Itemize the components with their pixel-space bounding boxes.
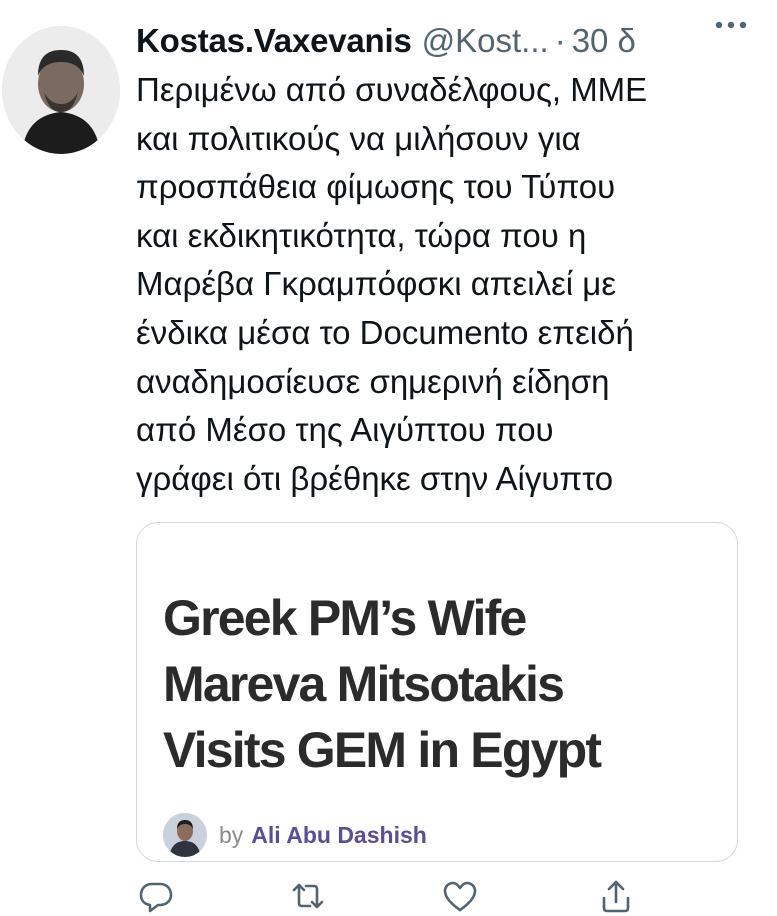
card-author-name: Ali Abu Dashish [251, 821, 427, 848]
avatar[interactable] [2, 26, 120, 154]
tweet-header: Kostas.Vaxevanis @Kost... · 30 δ [136, 18, 766, 64]
by-label: by [219, 821, 244, 848]
tweet-actions [136, 876, 736, 916]
profile-photo-icon [2, 26, 120, 154]
link-preview-card[interactable]: Greek PM’s Wife Mareva Mitsotakis Visits… [136, 522, 738, 862]
separator-dot: · [554, 22, 566, 59]
display-name[interactable]: Kostas.Vaxevanis [136, 22, 412, 60]
reply-icon[interactable] [136, 876, 176, 916]
like-icon[interactable] [440, 876, 480, 916]
tweet: Kostas.Vaxevanis @Kost... · 30 δ Περιμέν… [0, 0, 777, 916]
card-headline: Greek PM’s Wife Mareva Mitsotakis Visits… [163, 590, 602, 778]
tweet-text: Περιμένω από συναδέλφους, ΜΜΕ και πολιτι… [136, 71, 648, 497]
timestamp[interactable]: 30 δ [572, 22, 636, 60]
share-icon[interactable] [596, 876, 636, 916]
more-options-icon[interactable] [711, 10, 751, 40]
user-handle[interactable]: @Kost... [422, 22, 549, 60]
card-byline: by Ali Abu Dashish [163, 813, 427, 857]
author-avatar [163, 813, 207, 857]
author-photo-icon [163, 813, 207, 857]
retweet-icon[interactable] [288, 876, 328, 916]
